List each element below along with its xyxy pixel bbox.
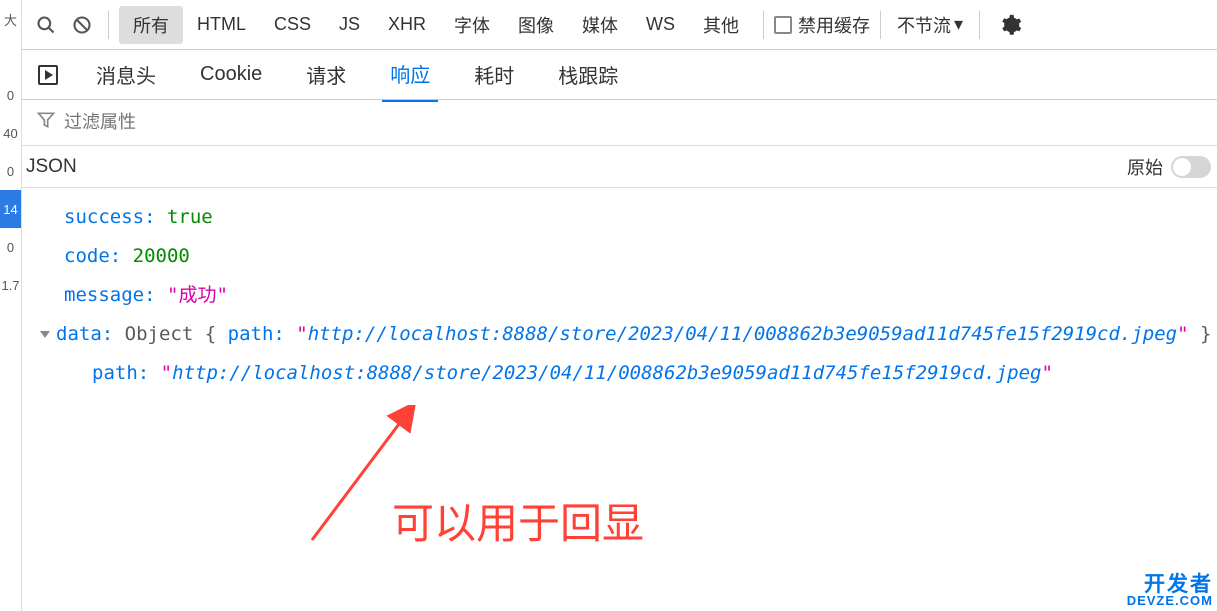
tab-response[interactable]: 响应 (382, 47, 438, 102)
main-panel: 所有 HTML CSS JS XHR 字体 图像 媒体 WS 其他 禁用缓存 不… (22, 0, 1217, 611)
filter-image[interactable]: 图像 (504, 6, 568, 44)
separator (763, 11, 764, 39)
separator (979, 11, 980, 39)
watermark-line2: DEVZE.COM (1127, 595, 1213, 607)
gutter-cell: 0 (0, 76, 21, 114)
filter-other[interactable]: 其他 (689, 6, 753, 44)
gutter-cell: 0 (0, 228, 21, 266)
annotation-text: 可以用于回显 (392, 490, 644, 551)
json-key: path (228, 323, 274, 345)
json-val-string: 成功 (178, 284, 216, 306)
tab-headers[interactable]: 消息头 (88, 48, 164, 101)
gutter-cell-selected[interactable]: 14 (0, 190, 21, 228)
json-object-label: Object { (125, 323, 228, 345)
tab-cookie[interactable]: Cookie (192, 51, 270, 98)
json-label: JSON (26, 156, 1127, 178)
network-toolbar: 所有 HTML CSS JS XHR 字体 图像 媒体 WS 其他 禁用缓存 不… (22, 0, 1217, 50)
json-key: success (64, 206, 144, 228)
json-key: code (64, 245, 110, 267)
filter-font[interactable]: 字体 (440, 6, 504, 44)
throttle-label: 不节流 (897, 12, 951, 38)
json-header: JSON 原始 (22, 146, 1217, 188)
filter-row (22, 100, 1217, 146)
gutter-cell (0, 38, 21, 76)
left-gutter: 大 0 40 0 14 0 1.7 (0, 0, 22, 611)
filter-xhr[interactable]: XHR (374, 8, 440, 41)
filter-css[interactable]: CSS (260, 8, 325, 41)
json-row-message[interactable]: message: "成功" (22, 276, 1217, 315)
filter-group: 所有 HTML CSS JS XHR 字体 图像 媒体 WS 其他 (119, 6, 753, 44)
filter-all[interactable]: 所有 (119, 6, 183, 44)
filter-media[interactable]: 媒体 (568, 6, 632, 44)
toggle-switch[interactable] (1171, 156, 1211, 178)
tab-stack[interactable]: 栈跟踪 (550, 48, 626, 101)
separator (108, 11, 109, 39)
json-object-close: } (1189, 323, 1212, 345)
funnel-icon[interactable] (36, 110, 56, 135)
chevron-down-icon: ▾ (954, 14, 963, 35)
json-tree: success: true code: 20000 message: "成功" … (22, 188, 1217, 393)
json-val-number: 20000 (133, 245, 190, 267)
raw-label: 原始 (1127, 154, 1163, 180)
gutter-cell: 1.7 (0, 266, 21, 304)
filter-html[interactable]: HTML (183, 8, 260, 41)
filter-ws[interactable]: WS (632, 8, 689, 41)
filter-js[interactable]: JS (325, 8, 374, 41)
collapse-arrow-icon[interactable] (40, 331, 50, 338)
response-tabs: 消息头 Cookie 请求 响应 耗时 栈跟踪 (22, 50, 1217, 100)
disable-cache-label: 禁用缓存 (798, 12, 870, 38)
watermark: 开发者 DEVZE.COM (1127, 576, 1213, 607)
block-icon[interactable] (66, 9, 98, 41)
json-val-url: http://localhost:8888/store/2023/04/11/0… (172, 362, 1041, 384)
disable-cache[interactable]: 禁用缓存 (774, 12, 870, 38)
tab-timing[interactable]: 耗时 (466, 48, 522, 101)
gutter-cell: 0 (0, 152, 21, 190)
json-val-bool: true (167, 206, 213, 228)
separator (880, 11, 881, 39)
gutter-cell: 40 (0, 114, 21, 152)
json-val-url: http://localhost:8888/store/2023/04/11/0… (308, 323, 1177, 345)
json-row-path[interactable]: path: "http://localhost:8888/store/2023/… (22, 354, 1217, 393)
gutter-cell: 大 (0, 0, 21, 38)
raw-toggle[interactable]: 原始 (1127, 154, 1211, 180)
gear-icon[interactable] (996, 10, 1026, 40)
json-row-success[interactable]: success: true (22, 198, 1217, 237)
json-key: message (64, 284, 144, 306)
json-key: path (92, 362, 138, 384)
checkbox-icon[interactable] (774, 16, 792, 34)
search-icon[interactable] (30, 9, 62, 41)
tab-request[interactable]: 请求 (298, 48, 354, 101)
throttle-select[interactable]: 不节流 ▾ (891, 12, 969, 38)
json-row-data[interactable]: data: Object { path: "http://localhost:8… (22, 315, 1217, 354)
filter-attributes-input[interactable] (64, 112, 364, 133)
play-icon[interactable] (36, 63, 60, 87)
json-key: data (56, 323, 102, 345)
json-row-code[interactable]: code: 20000 (22, 237, 1217, 276)
